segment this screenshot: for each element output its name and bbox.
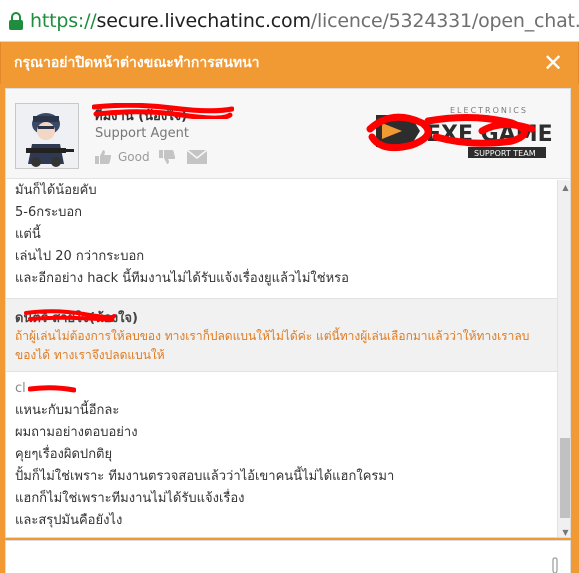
lock-icon [8, 11, 24, 30]
scroll-down-arrow-icon[interactable]: ▼ [558, 525, 570, 537]
mail-icon[interactable] [186, 149, 208, 165]
scroll-up-arrow-icon[interactable]: ▲ [558, 180, 570, 195]
chat-frame: ทีมงาน (น้องใจ) Support Agent Good ELECT… [0, 84, 579, 573]
message-line: มันก็ได้น้อยคับ [15, 183, 97, 198]
redaction-mark [28, 385, 76, 393]
thumbs-up-icon[interactable] [94, 149, 112, 165]
message-line: แฮกก็ไม่ใช่เพราะทีมงานไม่ได้รับแจ้งเรื่อ… [15, 491, 245, 506]
message-line: แหนะกับมานี้อีกละ [15, 403, 120, 418]
message-scrollbar[interactable]: ▲ ▼ [557, 180, 570, 537]
address-bar[interactable]: https://secure.livechatinc.com/licence/5… [0, 0, 579, 42]
paperclip-icon[interactable] [550, 557, 560, 573]
close-icon[interactable]: ✕ [542, 51, 564, 75]
rating-good-label[interactable]: Good [118, 150, 150, 164]
message-input-area [5, 540, 571, 573]
agent-message-text: ถ้าผู้เล่นไม่ต้องการให้ลบของ ทางเราก็ปลด… [15, 329, 530, 362]
message-line: คุยๆเรื่องผิดปกติยุ [15, 447, 113, 462]
message-line: ผมถามอย่างตอบอย่าง [15, 425, 138, 440]
thumbs-down-icon[interactable] [158, 149, 176, 165]
agent-message-group: ดนตรี สายใจ(น้องใจ) ถ้าผู้เล่นไม่ต้องการ… [6, 298, 557, 372]
svg-text:ELECTRONICS: ELECTRONICS [450, 106, 528, 115]
brand-logo: ELECTRONICS EXE GAME SUPPORT TEAM [366, 106, 552, 158]
message-line: และอีกอย่าง hack นี้ทีมงานไม่ได้รับแจ้งเ… [15, 271, 349, 286]
agent-avatar [15, 103, 79, 169]
chat-panel: ทีมงาน (น้องใจ) Support Agent Good ELECT… [5, 88, 571, 538]
agent-card: ทีมงาน (น้องใจ) Support Agent Good ELECT… [6, 89, 570, 179]
message-line: 5-6กระบอก [15, 205, 82, 220]
agent-role: Support Agent [95, 126, 190, 141]
visitor-author: cl [6, 378, 557, 400]
svg-text:SUPPORT TEAM: SUPPORT TEAM [474, 149, 536, 158]
scrollbar-thumb[interactable] [560, 438, 570, 518]
rating-controls: Good [94, 149, 208, 165]
message-line: และสรุปมันคือยังไง [15, 513, 123, 528]
chat-window-header: กรุณาอย่าปิดหน้าต่างขณะทำการสนทนา ✕ [0, 42, 579, 84]
message-line: แต่นี้ [15, 227, 41, 242]
message-list[interactable]: มันก็ได้น้อยคับ 5-6กระบอก แต่นี้ เล่นไป … [6, 180, 557, 537]
visitor-message-group: cl แหนะกับมานี้อีกละ ผมถามอย่างตอบอย่าง … [6, 378, 557, 532]
window-title: กรุณาอย่าปิดหน้าต่างขณะทำการสนทนา [14, 55, 260, 71]
message-line: เล่นไป 20 กว่ากระบอก [15, 249, 145, 264]
redaction-mark [24, 309, 116, 322]
message-line: ปั้มก็ไม่ใช่เพราะ ทีมงานตรวจสอบแล้วว่าไอ… [15, 469, 395, 484]
message-input[interactable] [6, 541, 570, 573]
url-text[interactable]: https://secure.livechatinc.com/licence/5… [30, 10, 579, 32]
redaction-mark [92, 103, 234, 119]
visitor-message-group: มันก็ได้น้อยคับ 5-6กระบอก แต่นี้ เล่นไป … [6, 180, 557, 290]
